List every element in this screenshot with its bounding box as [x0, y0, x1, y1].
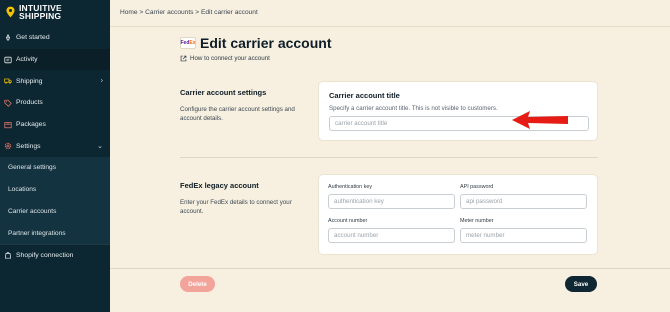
sidebar-item-activity[interactable]: Activity [0, 48, 110, 71]
sidebar-item-products[interactable]: Products [0, 92, 110, 114]
main-content: Fed Ex Edit carrier account How to connec… [110, 27, 670, 312]
fedex-logo: Fed Ex [180, 37, 196, 49]
carrier-settings-section-info: Carrier account settings Configure the c… [180, 88, 300, 123]
sidebar-subitem-carrier-accounts[interactable]: Carrier accounts [0, 200, 110, 223]
tag-icon [4, 99, 12, 107]
shopify-icon [4, 252, 12, 259]
carrier-account-title-help: Specify a carrier account title. This is… [329, 105, 498, 112]
meter-number-label: Meter number [460, 218, 494, 224]
sidebar-item-shopify-connection[interactable]: Shopify connection [0, 243, 110, 266]
brand-logo[interactable]: INTUITIVE SHIPPING [6, 4, 62, 20]
rocket-icon [5, 33, 11, 41]
annotation-arrow-icon [512, 111, 568, 129]
sidebar-nav: Get started Activity Shipping › Products… [0, 27, 110, 266]
fedex-legacy-card: Authentication key API password Account … [318, 174, 598, 255]
sidebar-item-label: Shopify connection [16, 251, 74, 259]
sidebar-subitem-label: General settings [8, 164, 57, 172]
help-link-label: How to connect your account [190, 55, 270, 62]
sidebar-subitem-partner-integrations[interactable]: Partner integrations [0, 222, 110, 244]
sidebar-subitem-label: Carrier accounts [8, 207, 57, 215]
brand-name: INTUITIVE SHIPPING [19, 4, 62, 21]
top-bar: Home > Carrier accounts > Edit carrier a… [110, 0, 670, 27]
api-password-input[interactable] [460, 194, 587, 209]
sidebar-subitem-locations[interactable]: Locations [0, 178, 110, 201]
auth-key-label: Authentication key [328, 184, 373, 190]
sidebar-item-label: Settings [16, 142, 41, 150]
fedex-legacy-description: Enter your FedEx details to connect your… [180, 199, 292, 215]
sidebar-item-label: Packages [16, 121, 46, 129]
account-number-label: Account number [328, 218, 368, 224]
save-button[interactable]: Save [565, 276, 597, 292]
section-divider [180, 157, 598, 158]
fedex-legacy-section-info: FedEx legacy account Enter your FedEx de… [180, 181, 300, 216]
carrier-settings-title: Carrier account settings [180, 88, 267, 97]
sidebar-subitem-label: Locations [8, 186, 37, 194]
sidebar-item-settings[interactable]: Settings ⌄ [0, 135, 110, 157]
meter-number-input[interactable] [460, 228, 587, 243]
sidebar-item-shipping[interactable]: Shipping › [0, 70, 110, 92]
sidebar: INTUITIVE SHIPPING Get started Activity … [0, 0, 110, 312]
breadcrumb[interactable]: Home > Carrier accounts > Edit carrier a… [120, 9, 258, 16]
location-pin-icon [6, 6, 15, 18]
footer-divider [110, 268, 670, 269]
fedex-logo-ex: Ex [189, 40, 196, 46]
sidebar-subitem-label: Partner integrations [8, 229, 66, 237]
delete-button[interactable]: Delete [180, 276, 215, 292]
activity-icon [4, 56, 12, 63]
external-link-icon [180, 55, 187, 62]
sidebar-subitem-general-settings[interactable]: General settings [0, 157, 110, 179]
sidebar-item-label: Activity [16, 56, 38, 64]
brand-line2: SHIPPING [19, 11, 62, 21]
help-link[interactable]: How to connect your account [180, 55, 270, 62]
sidebar-item-label: Shipping [16, 77, 43, 85]
sidebar-item-label: Get started [16, 34, 50, 42]
carrier-settings-description: Configure the carrier account settings a… [180, 106, 295, 122]
chevron-down-icon: ⌄ [97, 143, 103, 151]
carrier-account-title-heading: Carrier account title [329, 91, 400, 100]
sidebar-item-packages[interactable]: Packages [0, 114, 110, 136]
sidebar-item-label: Products [16, 99, 43, 107]
page-title: Edit carrier account [200, 35, 332, 51]
fedex-logo-fed: Fed [180, 40, 190, 46]
truck-icon [4, 78, 12, 84]
api-password-label: API password [460, 184, 494, 190]
auth-key-input[interactable] [328, 194, 455, 209]
account-number-input[interactable] [328, 228, 455, 243]
fedex-legacy-title: FedEx legacy account [180, 181, 259, 190]
package-icon [4, 121, 12, 128]
chevron-right-icon: › [100, 77, 103, 85]
sidebar-item-get-started[interactable]: Get started [0, 27, 110, 49]
gear-icon [4, 143, 12, 150]
page-header: Fed Ex Edit carrier account [180, 35, 332, 51]
